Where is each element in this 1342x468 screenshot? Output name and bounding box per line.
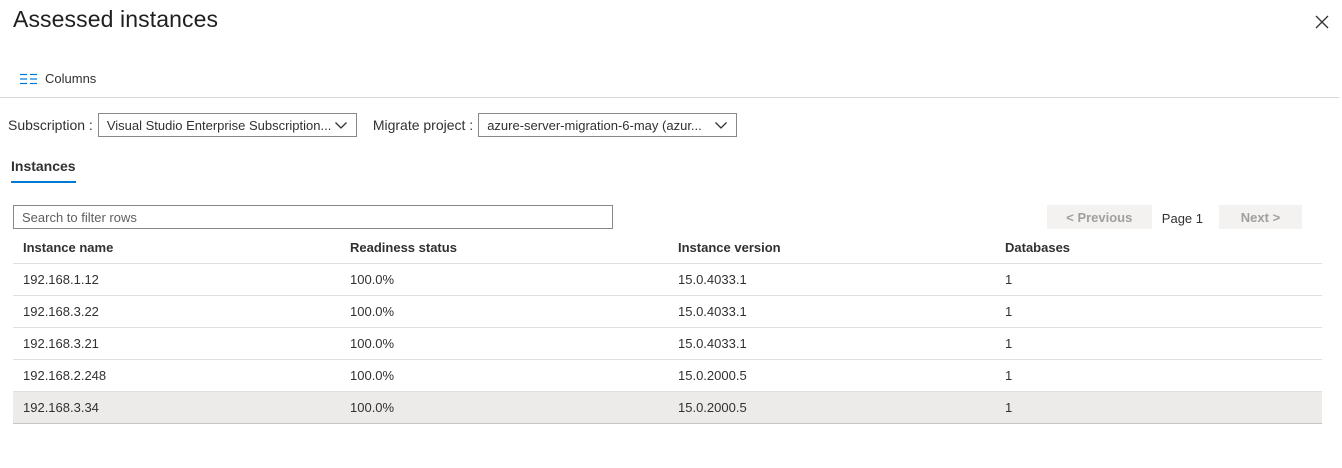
instance-version-cell: 15.0.4033.1 [678,272,747,287]
subscription-value: Visual Studio Enterprise Subscription... [106,117,332,133]
column-header[interactable]: Readiness status [340,240,668,255]
page-indicator: Page 1 [1161,210,1203,226]
column-header[interactable]: Databases [995,240,1322,255]
databases-cell: 1 [1005,336,1013,351]
project-value: azure-server-migration-6-may (azur... [487,117,702,133]
instance-version-cell: 15.0.4033.1 [678,304,747,319]
table-row[interactable]: 192.168.3.21 100.0% 15.0.4033.1 1 [13,328,1322,360]
chevron-down-icon [715,122,728,129]
project-label: Migrate project : [372,117,474,133]
readiness-status-cell: 100.0% [350,304,395,319]
instance-version-cell: 15.0.4033.1 [678,336,747,351]
instance-version-cell: 15.0.2000.5 [678,400,747,415]
readiness-status-cell: 100.0% [350,336,395,351]
table-row-selected[interactable]: 192.168.3.34 100.0% 15.0.2000.5 1 [13,392,1322,424]
instance-name-cell: 192.168.3.22 [23,304,99,319]
table-row[interactable]: 192.168.1.12 100.0% 15.0.4033.1 1 [13,264,1322,296]
columns-icon [20,73,37,84]
instance-name-cell: 192.168.3.34 [23,400,99,415]
close-button[interactable] [1312,12,1332,32]
page-title: Assessed instances [13,6,219,32]
databases-cell: 1 [1005,272,1013,287]
command-bar: Columns [0,62,1339,98]
subscription-label: Subscription : [8,117,93,133]
readiness-status-cell: 100.0% [350,400,395,415]
table-row[interactable]: 192.168.3.22 100.0% 15.0.4033.1 1 [13,296,1322,328]
table-row[interactable]: 192.168.2.248 100.0% 15.0.2000.5 1 [13,360,1322,392]
columns-button[interactable]: Columns [20,71,96,86]
instance-name-cell: 192.168.3.21 [23,336,99,351]
readiness-status-cell: 100.0% [350,368,395,383]
databases-cell: 1 [1005,304,1013,319]
assessed-instances-panel: Assessed instances Columns Subscription … [0,0,1342,468]
instance-name-cell: 192.168.2.248 [23,368,107,383]
search-input[interactable] [13,205,613,229]
databases-cell: 1 [1005,368,1013,383]
instances-table: Instance name Readiness status Instance … [13,232,1322,424]
columns-label: Columns [45,71,97,86]
previous-button[interactable]: < Previous [1046,205,1152,229]
chevron-down-icon [334,122,347,129]
pagination: < Previous Page 1 Next > [1046,205,1302,229]
subscription-dropdown[interactable]: Visual Studio Enterprise Subscription... [97,113,357,137]
readiness-status-cell: 100.0% [350,272,395,287]
column-header[interactable]: Instance name [13,240,340,255]
column-header[interactable]: Instance version [668,240,995,255]
databases-cell: 1 [1005,400,1013,415]
tab-instances[interactable]: Instances [11,158,76,183]
close-icon [1315,15,1329,29]
instance-name-cell: 192.168.1.12 [23,272,99,287]
next-button[interactable]: Next > [1219,205,1302,229]
migrate-project-dropdown[interactable]: azure-server-migration-6-may (azur... [478,113,738,137]
table-header: Instance name Readiness status Instance … [13,232,1322,264]
filter-bar: Subscription : Visual Studio Enterprise … [8,113,738,137]
instance-version-cell: 15.0.2000.5 [678,368,747,383]
